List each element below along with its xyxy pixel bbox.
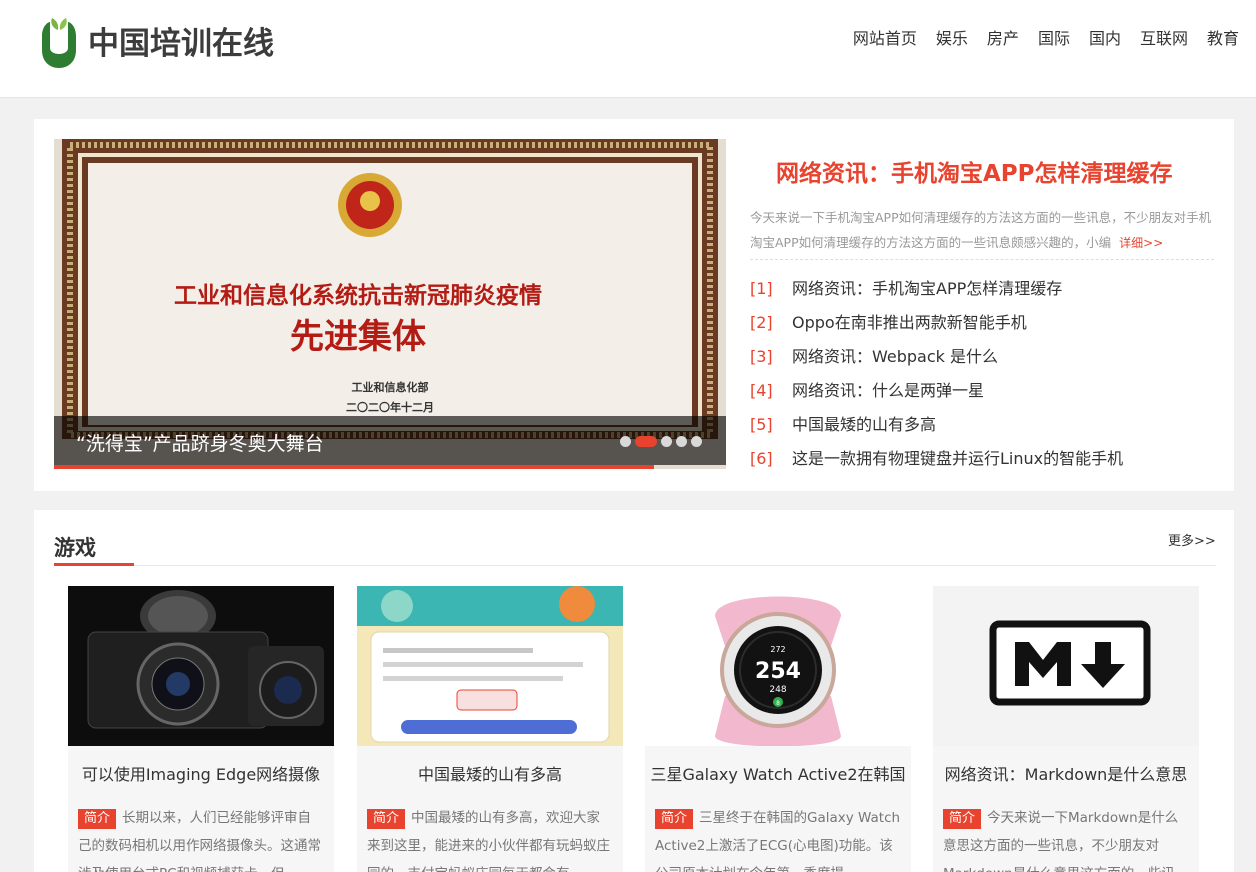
illustration-image[interactable]: [357, 586, 623, 746]
article-card[interactable]: 272 254 248 8 三星Galaxy Watch Active2在韩国 …: [645, 586, 911, 872]
slider-dot[interactable]: [691, 436, 702, 447]
list-item[interactable]: [3] 网络资讯：Webpack 是什么: [750, 340, 1123, 374]
list-item-text[interactable]: 中国最矮的山有多高: [792, 415, 936, 434]
list-item-text[interactable]: Oppo在南非推出两款新智能手机: [792, 313, 1027, 332]
headline-title[interactable]: 网络资讯：手机淘宝APP怎样清理缓存: [776, 154, 1173, 188]
slider-dot[interactable]: [620, 436, 631, 447]
markdown-logo-image[interactable]: [933, 586, 1199, 746]
slider-dot[interactable]: [676, 436, 687, 447]
site-header: 中国培训在线 网站首页 娱乐 房产 国际 国内 互联网 教育: [0, 0, 1256, 98]
intro-badge: 简介: [943, 809, 982, 829]
nav-entertainment[interactable]: 娱乐: [936, 28, 968, 50]
headline-summary: 今天来说一下手机淘宝APP如何清理缓存的方法这方面的一些讯息，不少朋友对手机淘宝…: [750, 205, 1218, 256]
certificate-line1: 工业和信息化系统抗击新冠肺炎疫情: [174, 282, 542, 308]
list-item[interactable]: [4] 网络资讯：什么是两弹一星: [750, 374, 1123, 408]
card-description: 简介中国最矮的山有多高，欢迎大家来到这里，能进来的小伙伴都有玩蚂蚁庄园的，支付宝…: [367, 804, 613, 872]
article-card[interactable]: 中国最矮的山有多高 简介 中国最矮的山有多高，欢迎大家来到这里，能进来的小伙伴都有…: [357, 586, 623, 872]
slider-dot-active[interactable]: [635, 436, 657, 447]
watch-main-value: 254: [755, 659, 801, 684]
camera-image[interactable]: [68, 586, 334, 746]
card-title[interactable]: 可以使用Imaging Edge网络摄像: [68, 761, 334, 785]
image-slider[interactable]: 工业和信息化系统抗击新冠肺炎疫情 先进集体 工业和信息化部 二〇二〇年十二月 “…: [54, 139, 726, 469]
logo-text: 中国培训在线: [88, 26, 274, 62]
card-description: 简介 三星终于在韩国的Galaxy Watch Active2上激活了ECG(心电…: [655, 804, 901, 872]
main-nav: 网站首页 娱乐 房产 国际 国内 互联网 教育: [834, 28, 1239, 50]
headline-more-link[interactable]: 详细>>: [1119, 236, 1163, 250]
list-item[interactable]: [6] 这是一款拥有物理键盘并运行Linux的智能手机: [750, 442, 1123, 476]
card-title[interactable]: 网络资讯：Markdown是什么意思: [933, 761, 1199, 785]
slider-dot[interactable]: [661, 436, 672, 447]
list-item[interactable]: [1] 网络资讯：手机淘宝APP怎样清理缓存: [750, 272, 1123, 306]
list-item-text[interactable]: 网络资讯：Webpack 是什么: [792, 347, 998, 366]
intro-badge: 简介: [78, 809, 117, 829]
card-description: 简介长期以来，人们已经能够评审自己的数码相机以用作网络摄像头。这通常涉及使用台式…: [78, 804, 324, 872]
logo-mark-icon: [42, 18, 76, 68]
divider: [750, 259, 1214, 260]
section-more-link[interactable]: 更多>>: [1168, 530, 1216, 549]
slider-caption[interactable]: “洗得宝”产品跻身冬奥大舞台: [76, 429, 324, 456]
nav-home[interactable]: 网站首页: [853, 28, 917, 50]
watch-top-value: 272: [770, 645, 785, 654]
slider-dots: [620, 436, 706, 447]
nav-international[interactable]: 国际: [1038, 28, 1070, 50]
certificate-date: 二〇二〇年十二月: [346, 400, 434, 414]
list-item-number: [2]: [750, 313, 773, 332]
list-item-number: [1]: [750, 279, 773, 298]
section-divider: [54, 565, 1216, 566]
card-description: 简介今天来说一下Markdown是什么意思这方面的一些讯息，不少朋友对Markd…: [943, 804, 1189, 872]
section-title: 游戏: [54, 536, 96, 560]
list-item-number: [5]: [750, 415, 773, 434]
article-card[interactable]: 网络资讯：Markdown是什么意思 简介 今天来说一下Markdown是什么意思…: [933, 586, 1199, 872]
card-title[interactable]: 中国最矮的山有多高: [357, 761, 623, 785]
list-item-text[interactable]: 网络资讯：手机淘宝APP怎样清理缓存: [792, 279, 1062, 298]
site-logo[interactable]: 中国培训在线: [36, 18, 274, 70]
list-item-text[interactable]: 这是一款拥有物理键盘并运行Linux的智能手机: [792, 449, 1123, 468]
list-item-text[interactable]: 网络资讯：什么是两弹一星: [792, 381, 984, 400]
certificate-line2: 先进集体: [290, 318, 426, 356]
headline-list: [1] 网络资讯：手机淘宝APP怎样清理缓存 [2] Oppo在南非推出两款新智能手…: [750, 272, 1123, 476]
watch-bottom-value: 248: [769, 685, 786, 695]
certificate-issuer: 工业和信息化部: [352, 380, 429, 394]
list-item-number: [3]: [750, 347, 773, 366]
watch-badge-value: 8: [776, 700, 780, 707]
list-item[interactable]: [5] 中国最矮的山有多高: [750, 408, 1123, 442]
featured-panel: 工业和信息化系统抗击新冠肺炎疫情 先进集体 工业和信息化部 二〇二〇年十二月 “…: [34, 119, 1234, 491]
smartwatch-image[interactable]: 272 254 248 8: [645, 586, 911, 746]
list-item-number: [6]: [750, 449, 773, 468]
card-title[interactable]: 三星Galaxy Watch Active2在韩国: [645, 761, 911, 785]
games-section: 游戏 更多>> 可以使用Imaging Edge网络摄像 简介 长期以来，人们已经…: [34, 510, 1234, 872]
section-title-underline: [54, 563, 134, 566]
intro-badge: 简介: [367, 809, 406, 829]
slider-progress-bar: [54, 465, 654, 469]
article-card[interactable]: 可以使用Imaging Edge网络摄像 简介 长期以来，人们已经能够评审自己的数…: [68, 586, 334, 872]
list-item[interactable]: [2] Oppo在南非推出两款新智能手机: [750, 306, 1123, 340]
nav-real-estate[interactable]: 房产: [987, 28, 1019, 50]
nav-internet[interactable]: 互联网: [1140, 28, 1188, 50]
nav-domestic[interactable]: 国内: [1089, 28, 1121, 50]
list-item-number: [4]: [750, 381, 773, 400]
intro-badge: 简介: [655, 809, 694, 829]
nav-education[interactable]: 教育: [1207, 28, 1239, 50]
